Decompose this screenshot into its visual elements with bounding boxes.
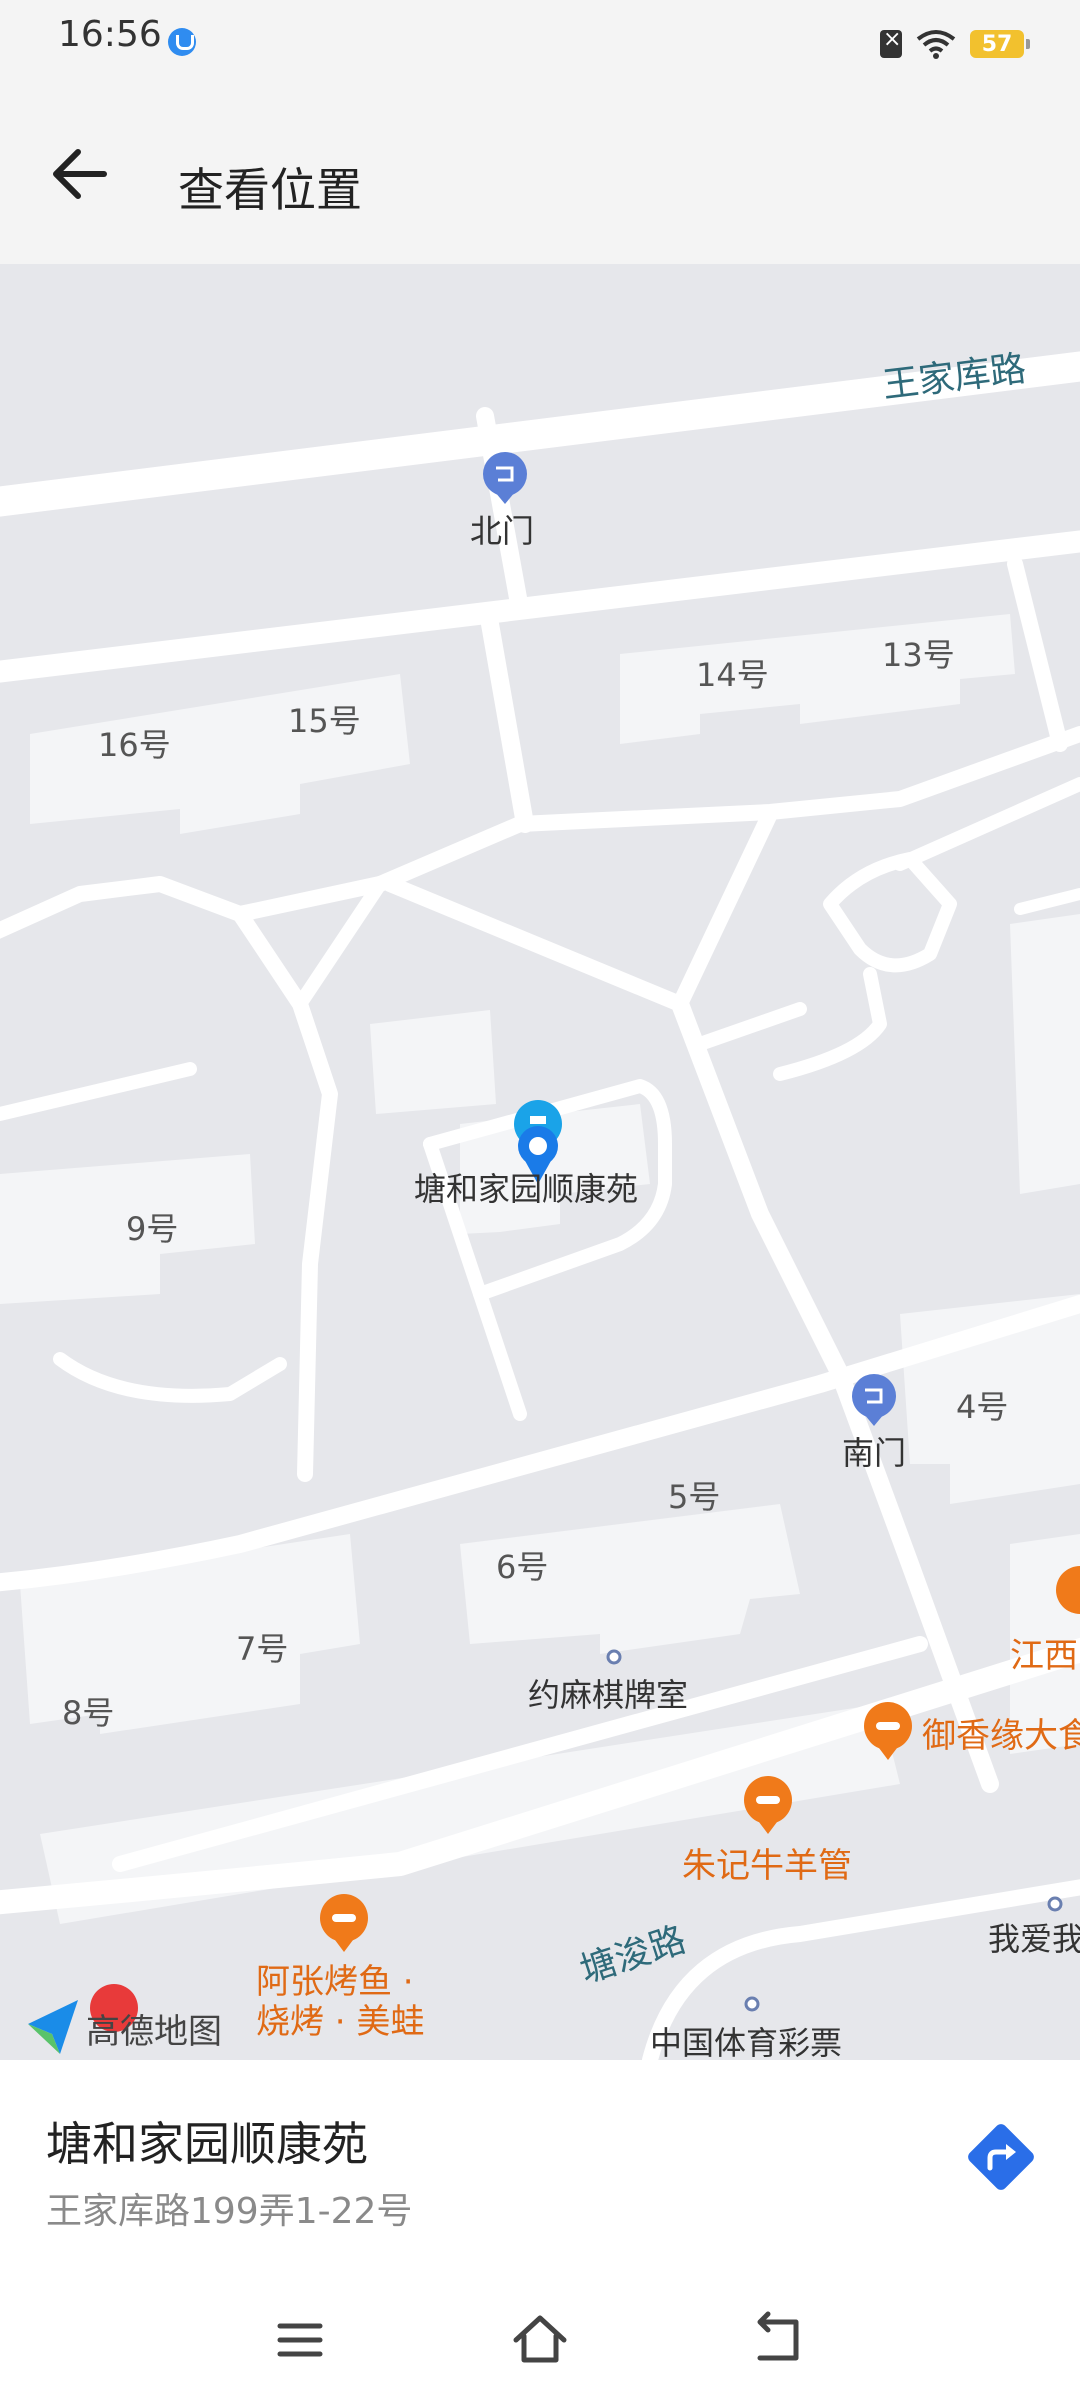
app-bar: 查看位置 bbox=[0, 84, 1080, 264]
building-label: 6号 bbox=[496, 1548, 549, 1586]
building-label: 14号 bbox=[696, 656, 769, 694]
back-nav-icon[interactable] bbox=[750, 2310, 810, 2370]
map-canvas bbox=[0, 351, 1080, 2060]
amap-logo-mark bbox=[28, 2000, 78, 2054]
building-label: 16号 bbox=[98, 726, 171, 764]
building-label: 4号 bbox=[956, 1388, 1009, 1426]
wifi-icon bbox=[916, 30, 956, 59]
building-label: 13号 bbox=[882, 636, 955, 674]
home-icon[interactable] bbox=[510, 2310, 570, 2370]
back-arrow-icon[interactable] bbox=[40, 134, 120, 214]
place-info-panel: 塘和家园顺康苑 王家库路199弄1-22号 bbox=[0, 2060, 1080, 2280]
notification-icon bbox=[168, 28, 196, 56]
building-label: 7号 bbox=[236, 1630, 289, 1668]
amap-logo-text: 高德地图 bbox=[86, 2012, 222, 2052]
system-nav-bar bbox=[0, 2280, 1080, 2400]
building-label: 8号 bbox=[62, 1694, 115, 1732]
poi-chess-room[interactable]: 约麻棋牌室 bbox=[528, 1670, 688, 1716]
building-label: 9号 bbox=[126, 1210, 179, 1248]
poi-jiangxi[interactable]: 江西 bbox=[1010, 1628, 1078, 1677]
building-label: 15号 bbox=[288, 702, 361, 740]
battery-icon: 57 bbox=[970, 30, 1030, 58]
poi-woaiwo[interactable]: 我爱我 bbox=[988, 1914, 1080, 1960]
sim-off-icon bbox=[880, 27, 902, 58]
status-icons: 57 bbox=[880, 24, 1030, 64]
building-label: 5号 bbox=[668, 1478, 721, 1516]
place-address: 王家库路199弄1-22号 bbox=[46, 2191, 413, 2232]
status-time: 16:56 bbox=[58, 14, 162, 55]
north-gate-pin bbox=[483, 452, 527, 504]
selected-place-label[interactable]: 塘和家园顺康苑 bbox=[414, 1164, 638, 1210]
poi-azhang-line2[interactable]: 烧烤 · 美蛙 bbox=[256, 1994, 424, 2043]
north-gate-label[interactable]: 北门 bbox=[470, 506, 534, 552]
status-bar: 16:56 57 bbox=[0, 0, 1080, 84]
place-name: 塘和家园顺康苑 bbox=[46, 2117, 368, 2171]
poi-yuxiangyuan[interactable]: 御香缘大食 bbox=[922, 1708, 1080, 1757]
map-view[interactable]: 王家库路 塘浚路 北门 南门 16号 15号 14号 13号 9号 4号 5号 … bbox=[0, 264, 1080, 2060]
south-gate-label[interactable]: 南门 bbox=[842, 1428, 906, 1474]
poi-lottery[interactable]: 中国体育彩票 bbox=[650, 2018, 842, 2060]
route-directions-icon[interactable] bbox=[966, 2122, 1036, 2192]
page-title: 查看位置 bbox=[178, 163, 362, 217]
poi-zhuji[interactable]: 朱记牛羊管 bbox=[682, 1838, 852, 1887]
menu-icon[interactable] bbox=[270, 2310, 330, 2370]
